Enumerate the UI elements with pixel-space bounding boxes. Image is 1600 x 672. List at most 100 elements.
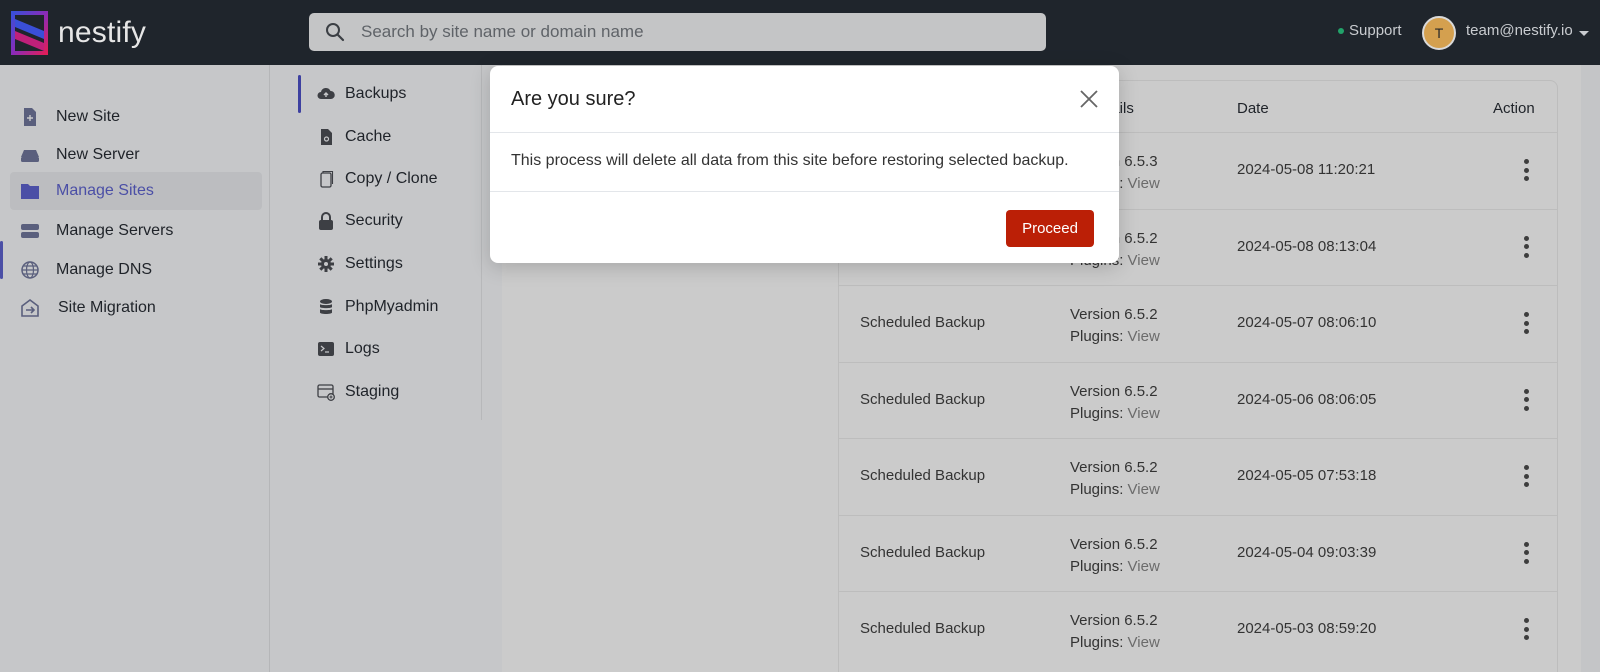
sidebar-item-label: Manage DNS (56, 261, 153, 278)
backup-details: Version 6.5.2 Plugins: View (1070, 381, 1160, 425)
sidebar-item-manage-servers[interactable]: Manage Servers (0, 212, 262, 250)
plugins-view-link[interactable]: View (1128, 634, 1160, 651)
server-drive-icon (21, 150, 39, 162)
subnav-item-settings[interactable]: Settings (271, 244, 471, 284)
brand-logo[interactable]: nestify (11, 11, 146, 55)
subnav-item-copy-clone[interactable]: Copy / Clone (271, 159, 471, 199)
sidebar-item-label: New Server (56, 146, 140, 163)
backup-date: 2024-05-08 08:13:04 (1237, 237, 1377, 255)
plugins-label: Plugins: (1070, 328, 1124, 345)
support-label: Support (1349, 22, 1402, 39)
subnav-item-backups[interactable]: Backups (271, 74, 471, 114)
confirm-restore-modal: Are you sure? This process will delete a… (490, 66, 1119, 263)
proceed-button[interactable]: Proceed (1006, 210, 1094, 247)
close-icon[interactable] (1078, 88, 1100, 110)
subnav-item-label: Backups (345, 85, 407, 102)
sidebar-item-label: Site Migration (58, 299, 156, 316)
backup-type: Scheduled Backup (860, 467, 986, 484)
servers-icon (21, 224, 39, 238)
user-menu-email[interactable]: team@nestify.io (1466, 22, 1573, 39)
sidebar-item-label: New Site (56, 108, 121, 125)
sidebar-item-label: Manage Servers (56, 222, 174, 239)
plugins-view-link[interactable]: View (1128, 328, 1160, 345)
staging-icon (317, 384, 335, 401)
row-actions-kebab-icon[interactable] (1522, 159, 1530, 181)
brand-name: nestify (58, 16, 147, 49)
table-row: Scheduled Backup Version 6.5.2 Plugins: Vi… (838, 285, 1558, 361)
row-actions-kebab-icon[interactable] (1522, 312, 1530, 334)
gear-icon (318, 256, 334, 272)
sidebar-item-new-server[interactable]: New Server (0, 136, 262, 174)
plugins-view-link[interactable]: View (1128, 481, 1160, 498)
status-dot-icon (1338, 27, 1344, 34)
modal-title: Are you sure? (511, 88, 636, 110)
plugins-label: Plugins: (1070, 404, 1124, 422)
modal-divider (490, 191, 1119, 192)
table-row: Scheduled Backup Version 6.5.2 Plugins: Vi… (838, 514, 1558, 591)
table-row: Scheduled Backup Version 6.5.2 Plugins: Vi… (838, 591, 1558, 667)
database-icon (320, 299, 332, 314)
subnav-item-label: Staging (345, 383, 400, 400)
file-plus-icon (24, 108, 36, 126)
wp-version: Version 6.5.2 (1070, 535, 1158, 553)
subnav-item-label: Settings (345, 255, 403, 272)
backup-date: 2024-05-04 09:03:39 (1237, 543, 1377, 561)
globe-icon (21, 261, 39, 279)
search-icon (326, 23, 345, 42)
main-sidebar: New Site New Server Manage Sites Manage … (0, 65, 270, 672)
copy-icon (320, 170, 334, 188)
sidebar-item-manage-dns[interactable]: Manage DNS (0, 251, 262, 289)
row-actions-kebab-icon[interactable] (1522, 465, 1530, 487)
sidebar-item-manage-sites[interactable]: Manage Sites (10, 172, 262, 210)
subnav-item-label: Cache (345, 128, 392, 145)
subnav-item-label: PhpMyadmin (345, 298, 439, 315)
backup-details: Version 6.5.2 Plugins: View (1070, 610, 1160, 654)
sidebar-item-label: Manage Sites (56, 182, 154, 199)
row-actions-kebab-icon[interactable] (1522, 388, 1530, 411)
chevron-down-icon[interactable] (1579, 31, 1589, 36)
backup-type: Scheduled Backup (860, 314, 986, 331)
subnav-item-security[interactable]: Security (271, 201, 471, 241)
subnav-item-label: Security (345, 212, 403, 229)
lock-icon (319, 212, 333, 230)
plugins-label: Plugins: (1070, 557, 1124, 575)
plugins-view-link[interactable]: View (1128, 252, 1160, 269)
table-row: Scheduled Backup Version 6.5.2 Plugins: Vi… (838, 361, 1558, 438)
row-actions-kebab-icon[interactable] (1522, 541, 1530, 564)
nestify-logo-icon (11, 11, 48, 55)
page-gutter (1581, 65, 1600, 672)
subnav-item-staging[interactable]: Staging (271, 372, 471, 412)
subnav-divider (481, 65, 482, 420)
backup-date: 2024-05-06 08:06:05 (1237, 390, 1377, 408)
avatar[interactable]: T (1422, 16, 1456, 50)
backup-details: Version 6.5.2 Plugins: View (1070, 457, 1160, 501)
sidebar-item-site-migration[interactable]: Site Migration (0, 289, 262, 327)
subnav-item-phpmyadmin[interactable]: PhpMyadmin (271, 287, 471, 327)
row-actions-kebab-icon[interactable] (1522, 618, 1530, 640)
subnav-item-cache[interactable]: Cache (271, 117, 471, 157)
sidebar-item-new-site[interactable]: New Site (0, 98, 262, 136)
search-input[interactable] (361, 22, 1021, 42)
column-header-action: Action (1493, 100, 1535, 117)
file-code-icon (321, 129, 332, 145)
column-header-date: Date (1237, 100, 1269, 117)
plugins-label: Plugins: (1070, 634, 1124, 651)
table-row: Scheduled Backup Version 6.5.2 Plugins: Vi… (838, 438, 1558, 514)
plugins-view-link[interactable]: View (1128, 175, 1160, 192)
modal-divider (490, 132, 1119, 133)
backup-date: 2024-05-03 08:59:20 (1237, 620, 1377, 637)
avatar-initial: T (1434, 25, 1444, 41)
subnav-item-label: Logs (345, 340, 380, 357)
search-bar (309, 13, 1046, 51)
plugins-view-link[interactable]: View (1128, 405, 1160, 422)
subnav-item-logs[interactable]: Logs (271, 329, 471, 369)
top-navbar: nestify Support T team@nestify.io (0, 0, 1600, 65)
backup-type: Scheduled Backup (860, 390, 986, 408)
backup-date: 2024-05-08 11:20:21 (1237, 161, 1376, 178)
backup-details: Version 6.5.2 Plugins: View (1070, 304, 1160, 348)
row-actions-kebab-icon[interactable] (1522, 235, 1530, 258)
wp-version: Version 6.5.2 (1070, 459, 1158, 476)
support-link[interactable]: Support (1338, 22, 1402, 39)
migration-icon (21, 299, 39, 317)
plugins-view-link[interactable]: View (1128, 558, 1160, 575)
